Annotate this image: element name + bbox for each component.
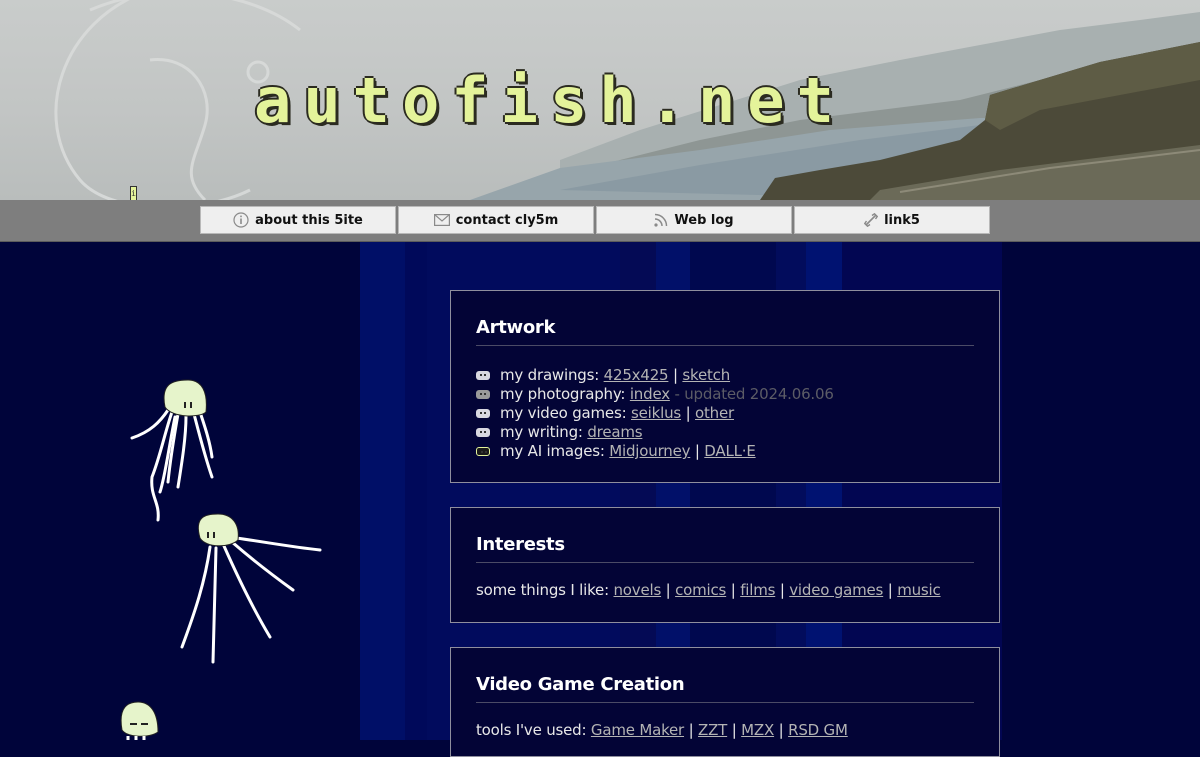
link-films[interactable]: films [740,581,775,599]
link-novels[interactable]: novels [614,581,662,599]
link-photo-index[interactable]: index [630,385,670,403]
nav-about-button[interactable]: about this 5ite [200,206,396,234]
artwork-heading: Artwork [476,291,974,346]
photography-updated-note: - updated 2024.06.06 [674,385,834,403]
nav-links-button[interactable]: link5 [794,206,990,234]
nav-weblog-label: Web log [674,212,734,228]
site-title[interactable]: autofish.net [254,70,846,132]
bullet-icon [476,371,490,380]
link-dalle[interactable]: DALL·E [704,442,756,460]
link-midjourney[interactable]: Midjourney [609,442,690,460]
info-icon [233,212,249,228]
gamedev-panel: Video Game Creation tools I've used: Gam… [450,647,1000,757]
gamedev-heading: Video Game Creation [476,648,974,703]
link-other-games[interactable]: other [695,404,734,422]
gamedev-row: tools I've used: Game Maker | ZZT | MZX … [476,721,848,739]
bullet-icon [476,447,490,456]
jellyfish-2 [180,536,322,664]
jellyfish-1 [130,408,214,522]
nav-links-label: link5 [884,212,920,228]
list-item-writing: my writing: dreams [476,423,974,442]
bullet-icon [476,409,490,418]
link-sketch[interactable]: sketch [682,366,730,384]
link-game-maker[interactable]: Game Maker [591,721,684,739]
link-comics[interactable]: comics [675,581,726,599]
jellyfish-illustration [120,379,322,740]
interests-panel: Interests some things I like: novels | c… [450,507,1000,623]
link-rsd-gm[interactable]: RSD GM [788,721,848,739]
link-mzx[interactable]: MZX [741,721,774,739]
nav-contact-button[interactable]: contact cly5m [398,206,594,234]
nav-bar: about this 5ite contact cly5m Web log li… [0,200,1200,242]
jellyfish-3 [120,701,159,740]
link-music[interactable]: music [897,581,941,599]
nav-contact-label: contact cly5m [455,212,559,228]
list-item-ai-images: my AI images: Midjourney | DALL·E [476,442,974,461]
link-425x425[interactable]: 425x425 [604,366,669,384]
interests-heading: Interests [476,508,974,563]
link-dreams[interactable]: dreams [587,423,642,441]
bullet-icon [476,428,490,437]
interests-row: some things I like: novels | comics | fi… [476,581,941,599]
artwork-panel: Artwork my drawings: 425x425 | sketch my… [450,290,1000,483]
link-zzt[interactable]: ZZT [698,721,727,739]
link-icon [864,213,879,227]
nav-weblog-button[interactable]: Web log [596,206,792,234]
nav-about-label: about this 5ite [255,212,363,228]
list-item-games: my video games: seiklus | other [476,404,974,423]
list-item-photography: my photography: index - updated 2024.06.… [476,385,974,404]
list-item-drawings: my drawings: 425x425 | sketch [476,366,974,385]
header-banner: autofish.net i [0,0,1200,200]
envelope-icon [433,214,450,226]
info-marker[interactable]: i [130,186,137,200]
rss-icon [654,213,668,227]
camera-icon [476,390,490,399]
link-video-games[interactable]: video games [789,581,883,599]
link-seiklus[interactable]: seiklus [631,404,681,422]
